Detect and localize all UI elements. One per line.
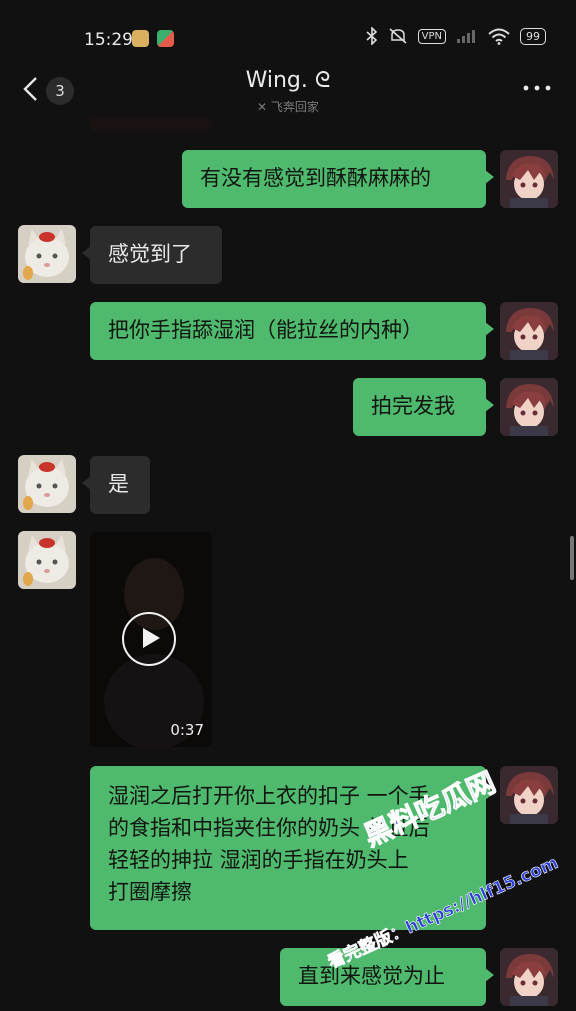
message-text: 感觉到了 [108,242,192,266]
message-text: 直到来感觉为止 [298,964,445,988]
chat-subtitle-text: 飞奔回家 [270,100,319,114]
message-text: 有没有感觉到酥酥麻麻的 [200,166,431,190]
status-app-icon [157,30,174,47]
scrollbar[interactable] [570,536,574,580]
contact-avatar[interactable] [18,531,76,589]
contact-avatar[interactable] [18,455,76,513]
previous-media-message[interactable] [90,118,212,131]
anime-avatar-icon [500,302,558,360]
play-button[interactable] [122,612,176,666]
message-text: 拍完发我 [371,394,455,418]
message-text: 把你手指舔湿润（能拉丝的内种） [108,318,423,342]
message-bubble[interactable]: 把你手指舔湿润（能拉丝的内种） [90,302,494,360]
chat-subtitle: ✕ 飞奔回家 [0,98,576,115]
chat-header: 3 Wing. ᘓ ✕ 飞奔回家 [0,60,576,120]
contact-avatar[interactable] [18,225,76,283]
wifi-icon [488,28,510,45]
message-text-line: 打圈摩擦 [108,880,192,904]
video-duration: 0:37 [170,721,204,739]
anime-avatar-icon [500,948,558,1006]
my-avatar[interactable] [500,302,558,360]
play-icon [143,628,160,648]
signal-icon [457,30,475,43]
message-bubble[interactable]: 拍完发我 [353,378,494,436]
anime-avatar-icon [500,150,558,208]
my-avatar[interactable] [500,150,558,208]
message-bubble[interactable]: 是 [82,456,150,514]
cat-avatar-icon [18,455,76,513]
cat-avatar-icon [18,531,76,589]
vpn-badge: VPN [417,28,446,44]
anime-avatar-icon [500,378,558,436]
message-bubble[interactable]: 感觉到了 [82,226,222,284]
message-bubble[interactable]: 直到来感觉为止 [280,948,494,1006]
video-message[interactable]: 0:37 [90,532,212,747]
status-icon: ✕ [257,100,271,114]
status-time: 15:29 [84,30,133,50]
status-icons: VPN 99 [366,27,546,45]
message-text-line: 轻轻的抻拉 湿润的手指在奶头上 [108,848,409,872]
more-icon [523,85,551,91]
message-bubble[interactable]: 有没有感觉到酥酥麻麻的 [182,150,494,208]
mute-icon [389,28,407,44]
bluetooth-icon [366,27,377,45]
message-text: 是 [108,472,129,496]
my-avatar[interactable] [500,766,558,824]
my-avatar[interactable] [500,378,558,436]
my-avatar[interactable] [500,948,558,1006]
cat-avatar-icon [18,225,76,283]
chat-title: Wing. ᘓ [245,68,331,93]
status-app-icon [132,30,149,47]
more-button[interactable] [522,76,552,100]
anime-avatar-icon [500,766,558,824]
battery-indicator: 99 [520,27,546,45]
